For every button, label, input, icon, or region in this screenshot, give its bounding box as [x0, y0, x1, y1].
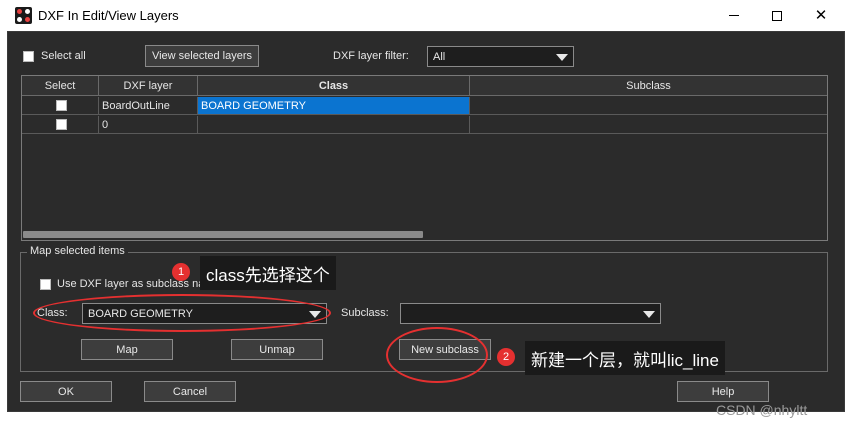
subclass-label: Subclass:: [341, 307, 389, 319]
maximize-button[interactable]: [754, 0, 800, 31]
window-title: DXF In Edit/View Layers: [38, 8, 179, 23]
app-icon: [15, 7, 32, 24]
row-select-checkbox[interactable]: [56, 100, 67, 111]
table-row-select-cell[interactable]: [22, 97, 99, 115]
table-cell-dxf-layer[interactable]: 0: [99, 116, 198, 134]
ok-button[interactable]: OK: [20, 381, 112, 402]
group-title: Map selected items: [27, 245, 128, 257]
table-cell-dxf-layer[interactable]: BoardOutLine: [99, 97, 198, 115]
chevron-down-icon: [643, 310, 655, 318]
maximize-icon: [772, 10, 782, 21]
close-icon: ✕: [814, 7, 828, 24]
select-all-label: Select all: [41, 50, 86, 62]
select-all-checkbox[interactable]: [23, 51, 34, 62]
table-cell-subclass[interactable]: [470, 116, 827, 134]
column-header-select[interactable]: Select: [22, 76, 99, 96]
column-header-subclass[interactable]: Subclass: [470, 76, 827, 96]
dxf-layer-filter-value: All: [433, 50, 446, 63]
use-dxf-layer-label: Use DXF layer as subclass name: [57, 278, 220, 290]
chevron-down-icon: [556, 53, 568, 61]
column-header-class[interactable]: Class: [198, 76, 470, 96]
unmap-button[interactable]: Unmap: [231, 339, 323, 360]
title-bar: DXF In Edit/View Layers ✕: [0, 0, 852, 31]
column-header-dxf-layer[interactable]: DXF layer: [99, 76, 198, 96]
dxf-layer-filter-select[interactable]: All: [427, 46, 574, 67]
close-button[interactable]: ✕: [798, 0, 844, 31]
annotation-note-1: class先选择这个: [200, 256, 336, 290]
horizontal-scrollbar[interactable]: [23, 231, 423, 238]
annotation-ellipse-new-subclass: [386, 327, 488, 383]
map-button[interactable]: Map: [81, 339, 173, 360]
table-cell-class[interactable]: BOARD GEOMETRY: [198, 97, 470, 115]
subclass-select[interactable]: [400, 303, 661, 324]
minimize-icon: [729, 15, 739, 16]
help-button[interactable]: Help: [677, 381, 769, 402]
annotation-badge-2: 2: [497, 348, 515, 366]
table-row-select-cell[interactable]: [22, 116, 99, 134]
row-select-checkbox[interactable]: [56, 119, 67, 130]
dxf-layer-filter-label: DXF layer filter:: [333, 50, 409, 62]
minimize-button[interactable]: [711, 0, 757, 31]
view-selected-layers-button[interactable]: View selected layers: [145, 45, 259, 67]
layer-table: Select DXF layer Class Subclass BoardOut…: [21, 75, 828, 241]
annotation-badge-1: 1: [172, 263, 190, 281]
table-cell-class[interactable]: [198, 116, 470, 134]
use-dxf-layer-checkbox[interactable]: [40, 279, 51, 290]
watermark-text: CSDN @nhyltt: [716, 402, 808, 418]
table-cell-subclass[interactable]: [470, 97, 827, 115]
annotation-note-2: 新建一个层，就叫lic_line: [525, 341, 725, 375]
annotation-ellipse-class: [33, 294, 331, 332]
cancel-button[interactable]: Cancel: [144, 381, 236, 402]
